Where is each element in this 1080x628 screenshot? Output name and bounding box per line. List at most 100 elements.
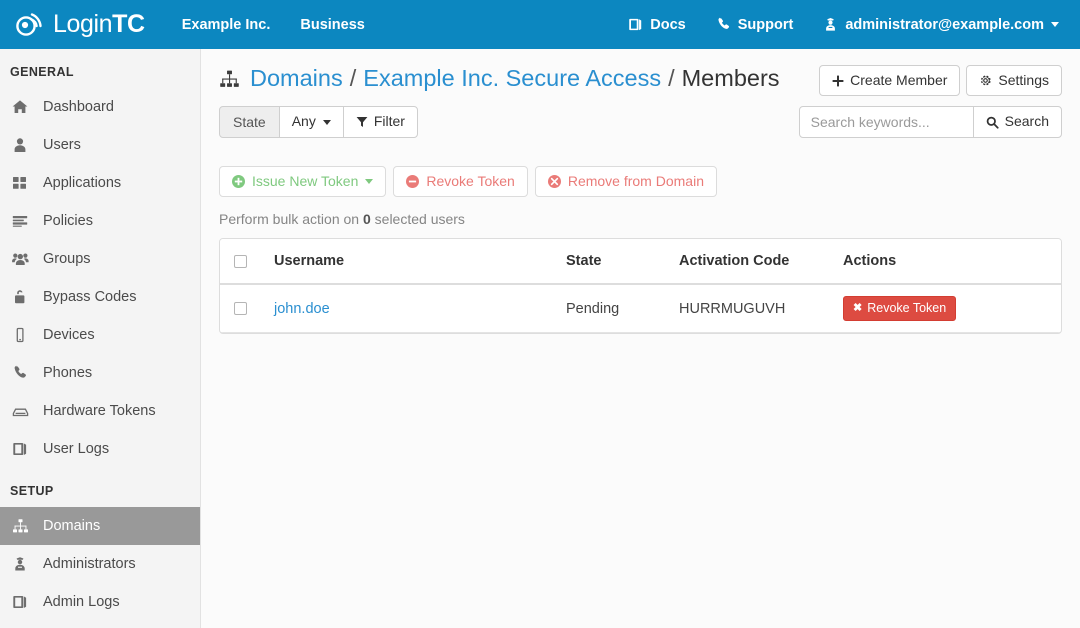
- select-all-checkbox[interactable]: [234, 255, 247, 268]
- row-activation-code-cell: HURRMUGUVH: [671, 284, 835, 333]
- sidebar-item-devices[interactable]: Devices: [0, 316, 200, 354]
- nav-item-support[interactable]: Support: [701, 0, 809, 49]
- sidebar-item-label: Bypass Codes: [43, 290, 137, 305]
- book-icon: [12, 594, 34, 610]
- bulk-note-count: 0: [363, 211, 371, 227]
- book-icon: [12, 441, 34, 457]
- sidebar-item-administrators[interactable]: Administrators: [0, 545, 200, 583]
- sidebar-item-applications[interactable]: Applications: [0, 164, 200, 202]
- bulk-note-prefix: Perform bulk action on: [219, 211, 363, 227]
- column-header-username[interactable]: Username: [266, 239, 558, 284]
- nav-item-label: Support: [738, 17, 794, 33]
- user-secret-icon: [823, 17, 838, 32]
- issue-new-token-label: Issue New Token: [252, 174, 358, 189]
- nav-item-business[interactable]: Business: [285, 0, 379, 49]
- top-navbar: LoginTC Example Inc. Business Docs Suppo…: [0, 0, 1080, 49]
- sidebar-item-label: User Logs: [43, 442, 109, 457]
- apply-filter-button[interactable]: Filter: [343, 106, 418, 138]
- minus-circle-icon: [406, 175, 419, 188]
- brand-logo-link[interactable]: LoginTC: [0, 0, 167, 49]
- sidebar-item-label: Phones: [43, 366, 92, 381]
- sidebar-item-label: Devices: [43, 328, 95, 343]
- sidebar-item-domains[interactable]: Domains: [0, 507, 200, 545]
- sidebar-item-dashboard[interactable]: Dashboard: [0, 88, 200, 126]
- mobile-phone-icon: [12, 327, 34, 343]
- sidebar-item-label: Policies: [43, 214, 93, 229]
- members-table: Username State Activation Code Actions j…: [220, 239, 1061, 333]
- row-select-cell: [220, 284, 266, 333]
- sidebar-item-hardware-tokens[interactable]: Hardware Tokens: [0, 392, 200, 430]
- members-table-container: Username State Activation Code Actions j…: [219, 238, 1062, 334]
- sidebar-section-heading-general: GENERAL: [0, 49, 200, 88]
- page-header-buttons: Create Member Settings: [819, 65, 1062, 96]
- row-state-cell: Pending: [558, 284, 671, 333]
- revoke-token-bulk-label: Revoke Token: [426, 174, 514, 189]
- chevron-down-icon: [1051, 22, 1059, 27]
- create-member-button[interactable]: Create Member: [819, 65, 960, 96]
- plus-circle-icon: [232, 175, 245, 188]
- nav-item-label: Docs: [650, 17, 685, 33]
- phone-icon: [716, 17, 731, 32]
- search-button[interactable]: Search: [973, 106, 1062, 138]
- magnifier-icon: [986, 116, 999, 129]
- sitemap-icon: [12, 518, 34, 534]
- sidebar-item-policies[interactable]: Policies: [0, 202, 200, 240]
- sidebar: GENERAL Dashboard Users Applications Pol…: [0, 49, 201, 628]
- filter-bar: State Any Filter Sea: [219, 106, 1062, 147]
- home-icon: [12, 99, 34, 115]
- state-filter-dropdown[interactable]: Any: [279, 106, 344, 138]
- sidebar-item-phones[interactable]: Phones: [0, 354, 200, 392]
- search-input[interactable]: [799, 106, 974, 138]
- sitemap-icon: [219, 69, 240, 89]
- sidebar-item-admin-logs[interactable]: Admin Logs: [0, 583, 200, 621]
- settings-button[interactable]: Settings: [966, 65, 1062, 96]
- remove-from-domain-button[interactable]: Remove from Domain: [535, 166, 717, 197]
- users-group-icon: [12, 251, 34, 267]
- column-header-state[interactable]: State: [558, 239, 671, 284]
- align-justify-icon: [12, 213, 34, 229]
- nav-item-docs[interactable]: Docs: [613, 0, 700, 49]
- sidebar-item-label: Hardware Tokens: [43, 404, 156, 419]
- table-head: Username State Activation Code Actions: [220, 239, 1061, 284]
- times-circle-icon: [548, 175, 561, 188]
- brand-name: LoginTC: [53, 12, 145, 37]
- sidebar-item-bypass-codes[interactable]: Bypass Codes: [0, 278, 200, 316]
- sidebar-item-label: Users: [43, 138, 81, 153]
- column-header-activation-code[interactable]: Activation Code: [671, 239, 835, 284]
- remove-from-domain-label: Remove from Domain: [568, 174, 704, 189]
- user-icon: [12, 137, 34, 153]
- breadcrumb-current-members: Members: [682, 65, 780, 92]
- nav-item-example-inc[interactable]: Example Inc.: [167, 0, 286, 49]
- username-link[interactable]: john.doe: [274, 301, 330, 317]
- unlock-icon: [12, 289, 34, 305]
- sidebar-item-user-logs[interactable]: User Logs: [0, 430, 200, 468]
- navbar-left-items: Example Inc. Business: [167, 0, 380, 49]
- sidebar-item-groups[interactable]: Groups: [0, 240, 200, 278]
- table-row: john.doe Pending HURRMUGUVH ✖ Revoke Tok…: [220, 284, 1061, 333]
- row-checkbox[interactable]: [234, 302, 247, 315]
- bulk-note-suffix: selected users: [371, 211, 465, 227]
- times-icon: ✖: [853, 302, 862, 315]
- issue-new-token-button[interactable]: Issue New Token: [219, 166, 386, 197]
- column-header-actions: Actions: [835, 239, 1061, 284]
- sidebar-item-users[interactable]: Users: [0, 126, 200, 164]
- chevron-down-icon: [365, 179, 373, 184]
- bulk-action-note: Perform bulk action on 0 selected users: [219, 197, 1062, 238]
- row-actions-cell: ✖ Revoke Token: [835, 284, 1061, 333]
- sidebar-item-label: Admin Logs: [43, 595, 120, 610]
- page-header: Domains / Example Inc. Secure Access / M…: [219, 49, 1062, 106]
- user-secret-icon: [12, 556, 34, 572]
- row-revoke-token-label: Revoke Token: [867, 301, 946, 316]
- row-revoke-token-button[interactable]: ✖ Revoke Token: [843, 296, 956, 321]
- state-filter-group: State Any Filter: [219, 106, 418, 138]
- breadcrumb-link-domains[interactable]: Domains: [250, 65, 343, 92]
- nav-item-user-account[interactable]: administrator@example.com: [808, 0, 1074, 49]
- sidebar-item-label: Dashboard: [43, 100, 114, 115]
- state-filter-label: State: [219, 106, 280, 138]
- select-all-header: [220, 239, 266, 284]
- main-content: Domains / Example Inc. Secure Access / M…: [201, 49, 1080, 628]
- gear-icon: [979, 74, 992, 87]
- revoke-token-bulk-button[interactable]: Revoke Token: [393, 166, 527, 197]
- breadcrumb-link-domain-name[interactable]: Example Inc. Secure Access: [363, 65, 661, 92]
- sidebar-section-heading-setup: SETUP: [0, 468, 200, 507]
